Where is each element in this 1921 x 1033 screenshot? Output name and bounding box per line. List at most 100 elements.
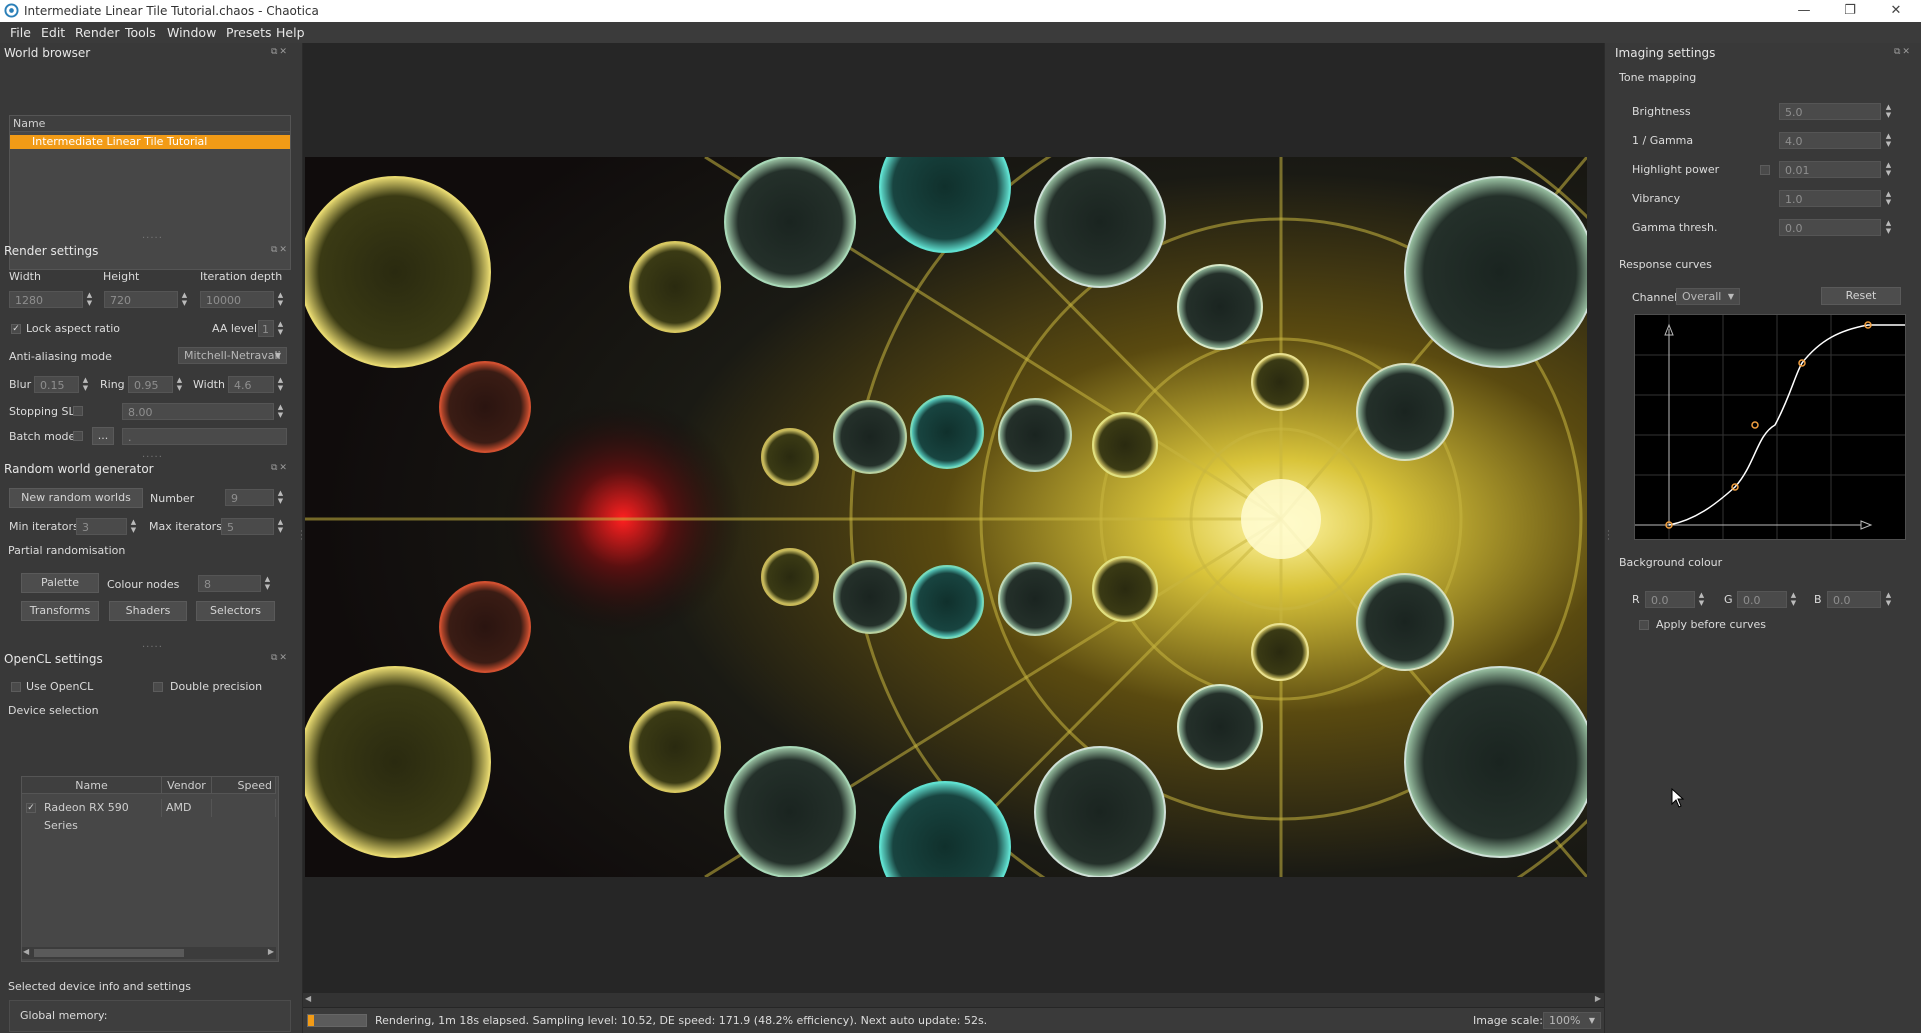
batch-browse-button[interactable]: ... xyxy=(92,427,114,445)
bg-g-spinner-icon[interactable]: ▲ ▼ xyxy=(1788,591,1799,608)
dock-float-close-icon[interactable]: ⧉✕ xyxy=(271,245,289,255)
aa-level-input[interactable]: 1 xyxy=(258,320,274,337)
menu-edit[interactable]: Edit xyxy=(41,25,65,40)
scroll-right-icon[interactable]: ▶ xyxy=(1595,994,1601,1003)
batch-checkbox[interactable] xyxy=(73,431,83,441)
aa-mode-select[interactable]: Mitchell-Netravali ▼ xyxy=(178,347,287,364)
width-input[interactable]: 1280 xyxy=(9,291,83,308)
minimize-button[interactable]: — xyxy=(1781,0,1827,22)
scroll-left-icon[interactable]: ◀ xyxy=(23,947,29,956)
image-scale-label: Image scale: xyxy=(1473,1014,1543,1027)
menu-tools[interactable]: Tools xyxy=(125,25,156,40)
ring-spinner-icon[interactable]: ▲ ▼ xyxy=(174,376,185,393)
width-spinner-icon[interactable]: ▲ ▼ xyxy=(84,291,95,308)
response-curve-editor[interactable] xyxy=(1634,314,1906,540)
dock-float-close-icon[interactable]: ⧉✕ xyxy=(271,463,289,473)
brightness-input[interactable]: 5.0 xyxy=(1779,103,1881,120)
device-col-name[interactable]: Name xyxy=(22,777,162,794)
colour-nodes-spinner-icon[interactable]: ▲ ▼ xyxy=(262,575,273,592)
new-random-worlds-button[interactable]: New random worlds xyxy=(9,488,143,508)
batch-path-input[interactable]: . xyxy=(122,428,287,445)
device-col-vendor[interactable]: Vendor xyxy=(162,777,212,794)
brightness-spinner-icon[interactable]: ▲ ▼ xyxy=(1883,103,1894,120)
aa-mode-label: Anti-aliasing mode xyxy=(9,350,112,363)
selectors-button[interactable]: Selectors xyxy=(196,601,275,621)
bg-r-spinner-icon[interactable]: ▲ ▼ xyxy=(1696,591,1707,608)
double-precision-checkbox[interactable] xyxy=(153,682,163,692)
menu-presets[interactable]: Presets xyxy=(226,25,272,40)
height-spinner-icon[interactable]: ▲ ▼ xyxy=(179,291,190,308)
bg-b-spinner-icon[interactable]: ▲ ▼ xyxy=(1883,591,1894,608)
highlight-power-input[interactable]: 0.01 xyxy=(1779,161,1881,178)
device-table-scrollbar[interactable]: ◀ ▶ xyxy=(22,947,276,959)
stopping-checkbox[interactable] xyxy=(73,406,83,416)
device-name-cell[interactable]: Radeon RX 590 Series xyxy=(40,799,162,832)
device-speed-cell[interactable] xyxy=(212,799,276,817)
vibrancy-input[interactable]: 1.0 xyxy=(1779,190,1881,207)
dock-float-close-icon[interactable]: ⧉✕ xyxy=(271,47,289,57)
menu-file[interactable]: File xyxy=(10,25,31,40)
shaders-button[interactable]: Shaders xyxy=(109,601,187,621)
device-table[interactable]: Name Vendor Speed ✓ Radeon RX 590 Series… xyxy=(21,776,279,962)
splitter-handle-icon[interactable]: ····· xyxy=(142,642,163,653)
number-spinner-icon[interactable]: ▲ ▼ xyxy=(275,489,286,506)
stopping-spinner-icon[interactable]: ▲ ▼ xyxy=(275,403,286,420)
bg-r-input[interactable]: 0.0 xyxy=(1645,591,1695,608)
dock-float-close-icon[interactable]: ⧉✕ xyxy=(1894,47,1912,57)
use-opencl-checkbox[interactable] xyxy=(11,682,21,692)
highlight-power-spinner-icon[interactable]: ▲ ▼ xyxy=(1883,161,1894,178)
max-iterators-spinner-icon[interactable]: ▲ ▼ xyxy=(275,518,286,535)
depth-spinner-icon[interactable]: ▲ ▼ xyxy=(275,291,286,308)
height-input[interactable]: 720 xyxy=(104,291,178,308)
device-checkbox[interactable]: ✓ xyxy=(26,803,36,813)
lock-aspect-checkbox[interactable]: ✓ xyxy=(11,324,21,334)
bg-b-input[interactable]: 0.0 xyxy=(1827,591,1881,608)
aa-level-spinner-icon[interactable]: ▲ ▼ xyxy=(275,320,286,337)
min-iterators-input[interactable]: 3 xyxy=(76,518,127,535)
menu-render[interactable]: Render xyxy=(75,25,120,40)
restore-button[interactable]: ❐ xyxy=(1827,0,1873,22)
scroll-right-icon[interactable]: ▶ xyxy=(268,947,274,956)
image-scale-select[interactable]: 100% ▼ xyxy=(1543,1012,1601,1029)
gamma-spinner-icon[interactable]: ▲ ▼ xyxy=(1883,132,1894,149)
gamma-input[interactable]: 4.0 xyxy=(1779,132,1881,149)
render-viewport[interactable]: ◀ ▶ xyxy=(303,43,1604,1008)
close-button[interactable]: ✕ xyxy=(1873,0,1919,22)
splitter-handle-icon[interactable]: ····· xyxy=(142,233,163,244)
dock-float-close-icon[interactable]: ⧉✕ xyxy=(271,653,289,663)
filter-width-spinner-icon[interactable]: ▲ ▼ xyxy=(275,376,286,393)
world-list-item[interactable]: Intermediate Linear Tile Tutorial xyxy=(10,135,290,149)
menu-help[interactable]: Help xyxy=(276,25,305,40)
opencl-settings-title: OpenCL settings xyxy=(4,652,103,666)
gamma-thresh-input[interactable]: 0.0 xyxy=(1779,219,1881,236)
stopping-input[interactable]: 8.00 xyxy=(122,403,274,420)
gamma-thresh-spinner-icon[interactable]: ▲ ▼ xyxy=(1883,219,1894,236)
transforms-button[interactable]: Transforms xyxy=(21,601,99,621)
splitter-handle-icon[interactable]: · · · xyxy=(1607,528,1610,545)
response-curve-graph[interactable] xyxy=(1635,315,1905,539)
scroll-left-icon[interactable]: ◀ xyxy=(305,994,311,1003)
max-iterators-input[interactable]: 5 xyxy=(221,518,274,535)
viewport-scrollbar[interactable]: ◀ ▶ xyxy=(303,993,1604,1007)
device-col-speed[interactable]: Speed xyxy=(212,777,276,794)
blur-input[interactable]: 0.15 xyxy=(34,376,79,393)
world-list-header[interactable]: Name xyxy=(10,116,290,132)
menu-window[interactable]: Window xyxy=(167,25,216,40)
number-input[interactable]: 9 xyxy=(225,489,274,506)
min-iterators-spinner-icon[interactable]: ▲ ▼ xyxy=(128,518,139,535)
blur-spinner-icon[interactable]: ▲ ▼ xyxy=(80,376,91,393)
bg-g-input[interactable]: 0.0 xyxy=(1737,591,1787,608)
vibrancy-spinner-icon[interactable]: ▲ ▼ xyxy=(1883,190,1894,207)
highlight-power-checkbox[interactable] xyxy=(1760,165,1770,175)
reset-curves-button[interactable]: Reset xyxy=(1821,287,1901,305)
channel-select[interactable]: Overall ▼ xyxy=(1676,288,1740,305)
ring-input[interactable]: 0.95 xyxy=(128,376,173,393)
device-vendor-cell[interactable]: AMD xyxy=(162,799,212,817)
colour-nodes-input[interactable]: 8 xyxy=(198,575,261,592)
apply-before-curves-checkbox[interactable] xyxy=(1639,620,1649,630)
depth-input[interactable]: 10000 xyxy=(200,291,274,308)
palette-button[interactable]: Palette xyxy=(21,573,99,593)
filter-width-input[interactable]: 4.6 xyxy=(228,376,274,393)
splitter-handle-icon[interactable]: · · · xyxy=(300,528,303,545)
scrollbar-thumb[interactable] xyxy=(34,949,184,957)
